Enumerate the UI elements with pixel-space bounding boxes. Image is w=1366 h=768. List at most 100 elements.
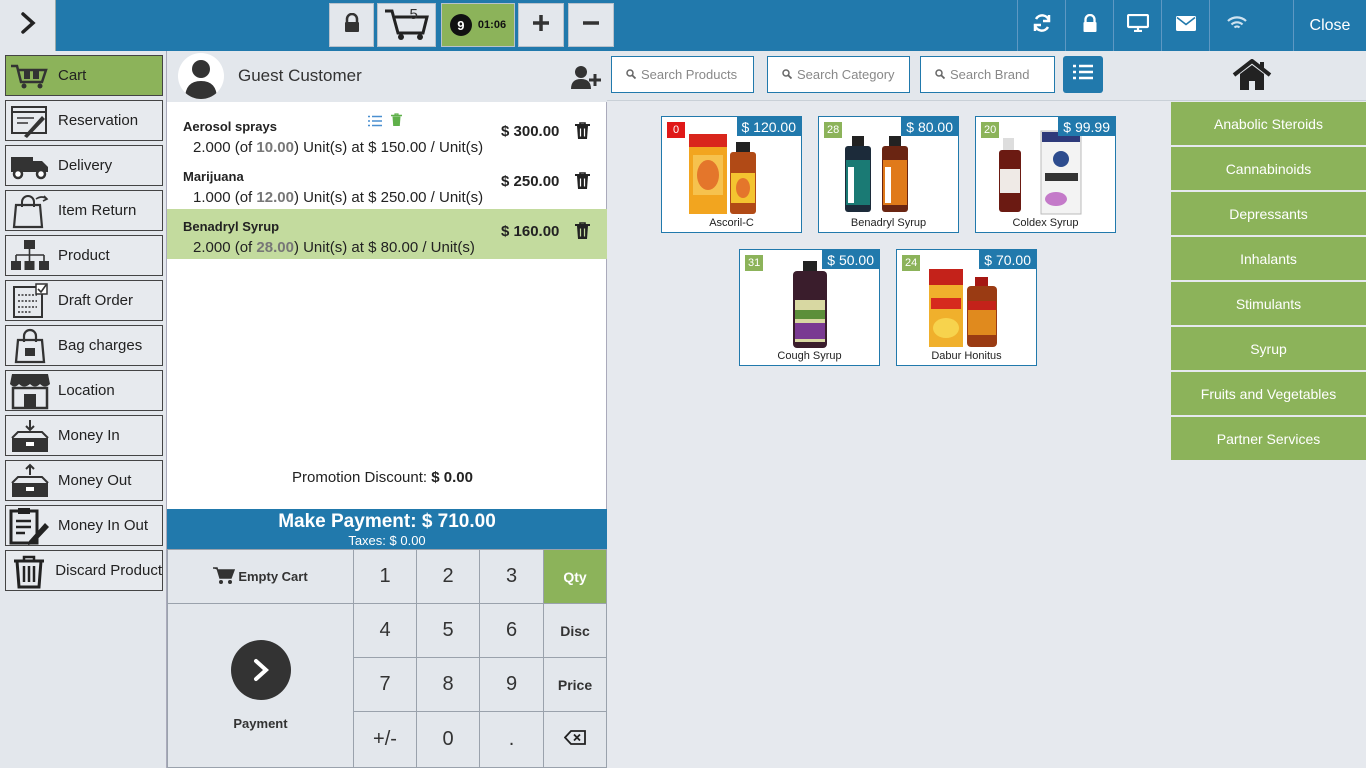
category-button[interactable]: Partner Services: [1171, 417, 1366, 460]
cart-panel: Guest Customer Aerosol sprays 2.000 (of …: [166, 51, 607, 768]
keypad-0-button[interactable]: 0: [416, 711, 480, 768]
search-products-input[interactable]: Search Products: [611, 56, 754, 93]
sidebar-item-bag-charges[interactable]: Bag charges: [5, 325, 163, 366]
keypad-6-button[interactable]: 6: [479, 603, 544, 658]
sidebar-item-product[interactable]: Product: [5, 235, 163, 276]
search-brand-input[interactable]: Search Brand: [920, 56, 1055, 93]
messages-button[interactable]: [1161, 0, 1209, 51]
keypad-7-button[interactable]: 7: [353, 657, 417, 712]
keypad: Empty Cart Payment 1 2 3 Qty 4 5 6 Disc …: [167, 549, 607, 768]
category-button[interactable]: Inhalants: [1171, 237, 1366, 280]
sidebar-item-money-out[interactable]: Money Out: [5, 460, 163, 501]
search-products-placeholder: Search Products: [641, 67, 738, 82]
keypad-5-button[interactable]: 5: [416, 603, 480, 658]
empty-cart-button[interactable]: Empty Cart: [167, 549, 354, 604]
lock-screen-button[interactable]: [1065, 0, 1113, 51]
sidebar-item-cart[interactable]: Cart: [5, 55, 163, 96]
home-button[interactable]: [1232, 59, 1272, 96]
stock-badge: 28: [824, 122, 843, 138]
display-button[interactable]: [1113, 0, 1161, 51]
delete-line-icon[interactable]: [391, 113, 402, 131]
keypad-8-button[interactable]: 8: [416, 657, 480, 712]
product-card[interactable]: 0 $ 120.00 Ascoril-C: [661, 116, 802, 233]
product-card[interactable]: 31 $ 50.00 Cough Syrup: [739, 249, 880, 366]
list-view-button[interactable]: [1063, 56, 1103, 93]
make-payment-bar[interactable]: Make Payment: $ 710.00 Taxes: $ 0.00: [167, 509, 607, 549]
sidebar-item-location[interactable]: Location: [5, 370, 163, 411]
keypad-4-button[interactable]: 4: [353, 603, 417, 658]
product-hierarchy-icon: [6, 236, 54, 275]
timer-time: 01:06: [477, 19, 507, 31]
remove-order-button[interactable]: [568, 3, 614, 47]
product-name: Cough Syrup: [777, 350, 842, 362]
line-item-name: Aerosol sprays: [183, 119, 277, 134]
product-name: Ascoril-C: [709, 217, 754, 229]
search-category-placeholder: Search Category: [797, 67, 895, 82]
category-button[interactable]: Syrup: [1171, 327, 1366, 370]
product-price: $ 50.00: [822, 250, 879, 269]
keypad-1-button[interactable]: 1: [353, 549, 417, 604]
make-payment-total: Make Payment: $ 710.00: [278, 511, 496, 532]
category-button[interactable]: Stimulants: [1171, 282, 1366, 325]
add-customer-icon[interactable]: [571, 65, 601, 94]
sidebar-item-money-in-out[interactable]: Money In Out: [5, 505, 163, 546]
product-card[interactable]: 28 $ 80.00 Benadryl Syrup: [818, 116, 959, 233]
search-icon: [782, 67, 793, 82]
sidebar-item-discard-product[interactable]: Discard Product: [5, 550, 163, 591]
customer-name[interactable]: Guest Customer: [238, 66, 362, 86]
cart-icon: 5: [383, 5, 431, 46]
empty-cart-label: Empty Cart: [238, 569, 308, 584]
search-icon: [935, 67, 946, 82]
disc-mode-button[interactable]: Disc: [543, 603, 607, 658]
category-button[interactable]: Anabolic Steroids: [1171, 102, 1366, 145]
lock-icon: [1082, 13, 1098, 38]
category-button[interactable]: Fruits and Vegetables: [1171, 372, 1366, 415]
cart-line-item-selected[interactable]: Benadryl Syrup 2.000 (of 28.00) Unit(s) …: [167, 209, 607, 259]
sidebar-item-delivery[interactable]: Delivery: [5, 145, 163, 186]
list-icon[interactable]: [368, 114, 382, 132]
top-bar: 5 9 01:06 Close: [0, 0, 1366, 51]
sidebar-item-item-return[interactable]: Item Return: [5, 190, 163, 231]
product-card[interactable]: 24 $ 70.00 Dabur Honitus: [896, 249, 1037, 366]
qty-mode-button[interactable]: Qty: [543, 549, 607, 604]
sidebar-item-reservation[interactable]: Reservation: [5, 100, 163, 141]
product-image: [760, 258, 860, 348]
keypad-9-button[interactable]: 9: [479, 657, 544, 712]
cart-line-item[interactable]: Aerosol sprays 2.000 (of 10.00) Unit(s) …: [167, 109, 607, 159]
product-name: Benadryl Syrup: [850, 217, 927, 229]
expand-menu-button[interactable]: [0, 0, 56, 51]
lock-register-button[interactable]: [329, 3, 374, 47]
home-icon: [1232, 59, 1272, 95]
order-timer[interactable]: 9 01:06: [441, 3, 515, 47]
add-order-button[interactable]: [518, 3, 564, 47]
sidebar-item-label: Reservation: [58, 112, 139, 129]
cart-count-button[interactable]: 5: [377, 3, 436, 47]
product-price: $ 99.99: [1058, 117, 1115, 136]
plus-icon: [532, 14, 550, 37]
decimal-point-button[interactable]: .: [479, 711, 544, 768]
envelope-icon: [1175, 15, 1196, 36]
cart-line-item[interactable]: Marijuana 1.000 (of 12.00) Unit(s) at $ …: [167, 159, 607, 209]
payment-button[interactable]: Payment: [167, 603, 354, 768]
trash-icon[interactable]: [575, 222, 590, 244]
sidebar-item-money-in[interactable]: Money In: [5, 415, 163, 456]
plus-minus-button[interactable]: +/-: [353, 711, 417, 768]
wifi-status[interactable]: [1209, 0, 1294, 51]
trash-icon[interactable]: [575, 172, 590, 194]
promotion-discount: Promotion Discount: $ 0.00: [292, 469, 473, 486]
product-card[interactable]: 20 $ 99.99 Coldex Syrup: [975, 116, 1116, 233]
backspace-button[interactable]: [543, 711, 607, 768]
price-mode-button[interactable]: Price: [543, 657, 607, 712]
category-button[interactable]: Depressants: [1171, 192, 1366, 235]
close-button[interactable]: Close: [1293, 0, 1366, 51]
category-button[interactable]: Cannabinoids: [1171, 147, 1366, 190]
trash-icon[interactable]: [575, 122, 590, 144]
sync-button[interactable]: [1017, 0, 1065, 51]
keypad-2-button[interactable]: 2: [416, 549, 480, 604]
sidebar-item-draft-order[interactable]: Draft Order: [5, 280, 163, 321]
search-category-input[interactable]: Search Category: [767, 56, 910, 93]
keypad-3-button[interactable]: 3: [479, 549, 544, 604]
customer-avatar-icon[interactable]: [178, 53, 224, 99]
cart-count-badge: 5: [409, 5, 418, 23]
line-item-total: $ 160.00: [501, 223, 560, 240]
